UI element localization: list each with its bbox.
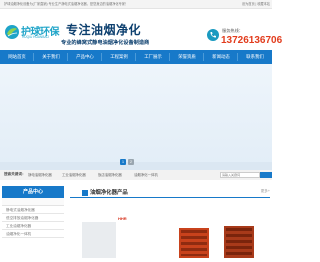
product-image <box>224 226 254 258</box>
sidebar-item[interactable]: 低空排放油烟净化器 <box>2 214 64 222</box>
sidebar-item-label: 静电式油烟净化器 <box>6 208 35 212</box>
product-brand-tag: HHR <box>118 216 127 221</box>
hot-keyword-link[interactable]: 静电油烟净化器 <box>28 172 52 177</box>
slider-dots: 1 2 <box>120 159 140 165</box>
nav-item-cases[interactable]: 工程案例 <box>104 50 134 64</box>
more-link[interactable]: 更多+ <box>261 189 270 194</box>
hot-keyword-link[interactable]: 工业油烟净化器 <box>62 172 86 177</box>
hotline-number: 13726136706 <box>221 35 283 46</box>
main-nav: 网站首页 关于我们 产品中心 工程案例 工厂展示 荣誉资质 新闻动态 联系我们 <box>0 50 272 64</box>
section-bullet-icon <box>82 190 88 196</box>
sidebar-item-label: 油烟净化一体机 <box>6 232 32 236</box>
site-header: 护球环保 HUQIU HUANBAO 专注油烟净化 专业的蜂窝式静电油烟净化设备… <box>0 9 282 50</box>
product-image <box>82 222 116 258</box>
search-bar: 搜索关键词： 静电油烟净化器 工业油烟净化器 饭店油烟净化器 油烟净化一体机 <box>0 170 272 185</box>
nav-divider <box>237 53 238 61</box>
search-input[interactable] <box>220 172 260 178</box>
products-section-title: 油烟净化器产品 <box>90 190 128 196</box>
hot-keywords-label: 搜索关键词： <box>4 172 26 176</box>
nav-item-factory[interactable]: 工厂展示 <box>138 50 168 64</box>
nav-divider <box>67 53 68 61</box>
top-links[interactable]: 设为首页 | 收藏本站 <box>242 1 270 6</box>
product-card[interactable] <box>80 208 120 262</box>
nav-item-about[interactable]: 关于我们 <box>36 50 66 64</box>
top-notice: 护球油烟净化设备为(厂家直销) 专业生产静电式油烟净化器，是您身边的油烟净化专家… <box>4 2 129 6</box>
nav-divider <box>135 53 136 61</box>
leaf-globe-icon <box>5 25 19 39</box>
hotline-label: 服务热线： <box>222 28 243 33</box>
nav-divider <box>101 53 102 61</box>
search-button[interactable] <box>260 172 272 185</box>
sidebar-item[interactable]: 静电式油烟净化器 <box>2 206 64 214</box>
slogan-sub: 专业的蜂窝式静电油烟净化设备制造商 <box>61 40 150 46</box>
nav-item-home[interactable]: 网站首页 <box>2 50 32 64</box>
slider-dot-1[interactable]: 1 <box>120 159 126 165</box>
product-card[interactable] <box>175 208 215 262</box>
nav-item-honors[interactable]: 荣誉资质 <box>172 50 202 64</box>
slogan-main: 专注油烟净化 <box>66 23 142 37</box>
nav-divider <box>169 53 170 61</box>
site-logo[interactable]: 护球环保 HUQIU HUANBAO <box>4 22 60 42</box>
slider-dot-2[interactable]: 2 <box>128 159 134 165</box>
sidebar-title: 产品中心 <box>22 189 43 195</box>
sidebar-item[interactable]: 油烟净化一体机 <box>2 230 64 238</box>
banner-image <box>0 64 272 170</box>
phone-icon <box>207 29 219 41</box>
sidebar-item[interactable]: 工业油烟净化器 <box>2 222 64 230</box>
products-section-header: 油烟净化器产品 更多+ <box>70 188 270 198</box>
nav-item-contact[interactable]: 联系我们 <box>240 50 270 64</box>
sidebar-header: 产品中心 <box>2 186 64 198</box>
sidebar-item-label: 工业油烟净化器 <box>6 224 32 228</box>
top-bar: 护球油烟净化设备为(厂家直销) 专业生产静电式油烟净化器，是您身边的油烟净化专家… <box>0 0 272 9</box>
nav-item-products[interactable]: 产品中心 <box>70 50 100 64</box>
hero-banner[interactable] <box>0 64 272 170</box>
product-image <box>179 228 209 258</box>
search-icon <box>263 179 269 185</box>
nav-divider <box>203 53 204 61</box>
sidebar-subtitle-row <box>2 198 64 206</box>
nav-divider <box>33 53 34 61</box>
logo-subtext: HUQIU HUANBAO <box>22 35 49 39</box>
hot-keyword-link[interactable]: 饭店油烟净化器 <box>98 172 122 177</box>
product-card[interactable] <box>218 208 258 262</box>
sidebar-item-label: 低空排放油烟净化器 <box>6 216 39 220</box>
hot-keyword-link[interactable]: 油烟净化一体机 <box>134 172 158 177</box>
nav-item-news[interactable]: 新闻动态 <box>206 50 236 64</box>
